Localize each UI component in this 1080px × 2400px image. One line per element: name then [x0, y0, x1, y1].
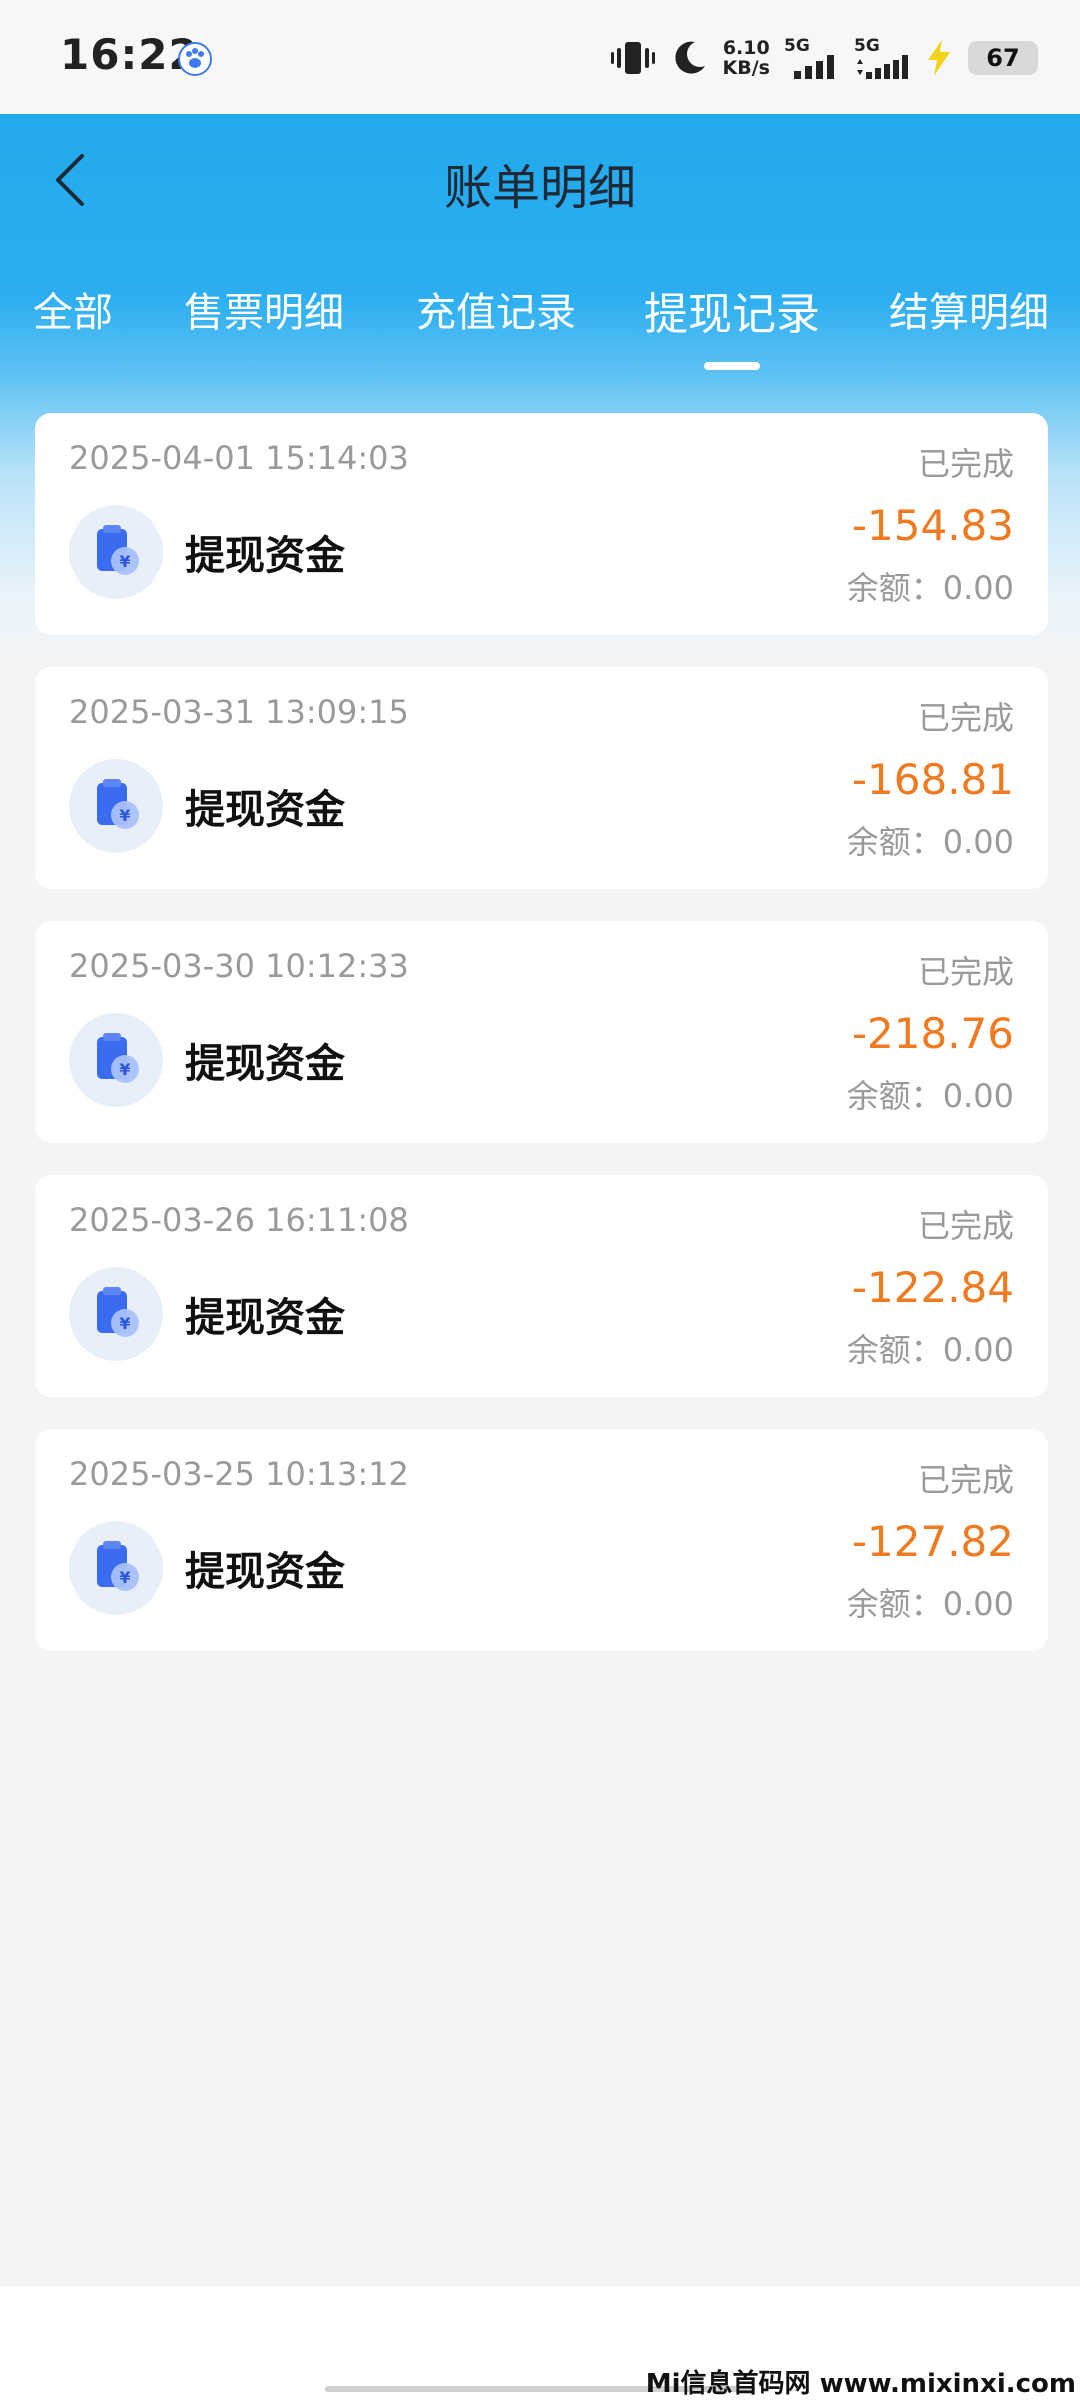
sim1-label: 5G [784, 36, 810, 56]
record-time: 2025-03-30 10:12:33 [69, 947, 409, 985]
net-speed-value: 6.10 [722, 37, 770, 59]
record-name: 提现资金 [185, 1295, 345, 1341]
svg-text:¥: ¥ [119, 1568, 130, 1587]
sim2-signal: 5G [854, 37, 910, 79]
record-status: 已完成 [917, 1461, 1014, 1499]
status-icons: 6.10 KB/s 5G 5G 67 [610, 30, 1038, 86]
tab-all[interactable]: 全部 [33, 280, 113, 338]
record-status: 已完成 [917, 1207, 1014, 1245]
record-name: 提现资金 [185, 533, 345, 579]
wallet-yuan-icon: ¥ [69, 1267, 163, 1361]
withdrawal-record-list: 2025-04-01 15:14:03 已完成 ¥ 提现资金 -154.83 余… [35, 413, 1048, 1683]
record-balance: 余额：0.00 [846, 1077, 1014, 1115]
record-status: 已完成 [917, 445, 1014, 483]
record-balance: 余额：0.00 [846, 823, 1014, 861]
do-not-disturb-moon-icon [674, 41, 705, 74]
record-card[interactable]: 2025-03-31 13:09:15 已完成 ¥ 提现资金 -168.81 余… [35, 667, 1048, 889]
record-name: 提现资金 [185, 1041, 345, 1087]
watermark: Mi信息首码网 www.mixinxi.com [645, 2369, 1076, 2399]
record-card[interactable]: 2025-04-01 15:14:03 已完成 ¥ 提现资金 -154.83 余… [35, 413, 1048, 635]
record-card[interactable]: 2025-03-26 16:11:08 已完成 ¥ 提现资金 -122.84 余… [35, 1175, 1048, 1397]
record-time: 2025-03-26 16:11:08 [69, 1201, 409, 1239]
status-bar: 16:22 6.10 KB/s 5G 5G 67 [0, 0, 1080, 114]
record-name: 提现资金 [185, 787, 345, 833]
tab-bar: 全部 售票明细 充值记录 提现记录 结算明细 [0, 280, 1080, 380]
battery-indicator: 67 [968, 41, 1038, 75]
record-amount: -122.84 [851, 1263, 1014, 1312]
svg-text:¥: ¥ [119, 806, 130, 825]
active-tab-indicator [704, 362, 760, 370]
tab-recharge[interactable]: 充值记录 [416, 280, 576, 338]
record-card[interactable]: 2025-03-30 10:12:33 已完成 ¥ 提现资金 -218.76 余… [35, 921, 1048, 1143]
tab-withdrawal[interactable]: 提现记录 [644, 278, 820, 342]
record-time: 2025-04-01 15:14:03 [69, 439, 409, 477]
wallet-yuan-icon: ¥ [69, 505, 163, 599]
record-amount: -154.83 [851, 501, 1014, 550]
record-balance: 余额：0.00 [846, 569, 1014, 607]
tab-settlement[interactable]: 结算明细 [889, 280, 1049, 338]
net-speed: 6.10 KB/s [723, 38, 770, 78]
net-speed-unit: KB/s [722, 57, 770, 79]
record-card[interactable]: 2025-03-25 10:13:12 已完成 ¥ 提现资金 -127.82 余… [35, 1429, 1048, 1651]
record-balance: 余额：0.00 [846, 1585, 1014, 1623]
signal-bars-icon [794, 55, 834, 79]
page-title: 账单明细 [443, 160, 636, 216]
svg-text:¥: ¥ [119, 1060, 130, 1079]
record-time: 2025-03-25 10:13:12 [69, 1455, 409, 1493]
record-name: 提现资金 [185, 1549, 345, 1595]
record-amount: -127.82 [851, 1517, 1014, 1566]
svg-text:¥: ¥ [119, 552, 130, 571]
vibrate-icon [610, 42, 655, 74]
wallet-yuan-icon: ¥ [69, 1521, 163, 1615]
record-amount: -168.81 [851, 755, 1014, 804]
sim2-label: 5G [854, 36, 880, 56]
record-amount: -218.76 [851, 1009, 1014, 1058]
tab-ticket-sales[interactable]: 售票明细 [184, 280, 344, 338]
charging-bolt-icon [928, 40, 950, 76]
svg-text:¥: ¥ [119, 1314, 130, 1333]
record-balance: 余额：0.00 [846, 1331, 1014, 1369]
wallet-yuan-icon: ¥ [69, 759, 163, 853]
record-status: 已完成 [917, 699, 1014, 737]
record-status: 已完成 [917, 953, 1014, 991]
sim1-signal: 5G [784, 37, 840, 79]
signal-bars-icon [857, 55, 908, 79]
record-time: 2025-03-31 13:09:15 [69, 693, 409, 731]
baidu-paw-icon [178, 42, 212, 76]
wallet-yuan-icon: ¥ [69, 1013, 163, 1107]
